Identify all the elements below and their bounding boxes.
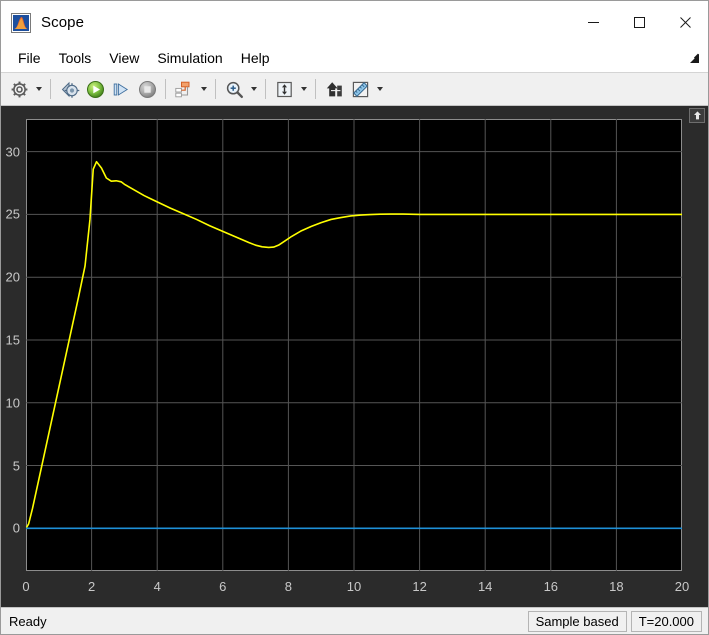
y-tick-label: 10 [5,395,20,411]
x-tick-label: 4 [153,579,161,594]
y-tick-label: 25 [5,206,20,222]
measurements-button[interactable] [347,76,373,102]
scroll-up-icon[interactable] [689,108,705,123]
signal-selection-dropdown-arrow[interactable] [197,76,210,102]
toolbar [1,73,708,106]
status-cells: Sample based T=20.000 [527,610,702,632]
configuration-properties-button[interactable] [6,76,32,102]
toolbar-group-autoscale [271,73,310,105]
status-message: Ready [9,613,47,629]
plot-graphics [26,119,682,571]
run-button[interactable] [82,76,108,102]
x-tick-label: 2 [87,579,96,594]
toolbar-group-simulation [56,73,160,105]
y-tick-label: 20 [5,269,20,285]
chevron-down-icon [376,87,383,91]
simulink-scope-icon [11,12,31,33]
status-bar: Ready Sample based T=20.000 [1,607,708,634]
chevron-down-icon [300,87,307,91]
minimize-button[interactable] [570,1,616,44]
x-tick-label: 18 [609,579,624,594]
window-controls [570,1,708,44]
toolbar-group-signal-selection [171,73,210,105]
menu-item-help[interactable]: Help [232,47,279,69]
maximize-button[interactable] [616,1,662,44]
x-tick-label: 12 [412,579,427,594]
chevron-down-icon [250,87,257,91]
toolbar-group-measurements [321,73,386,105]
stop-button [134,76,160,102]
chevron-down-icon [35,87,42,91]
toolbar-separator [315,79,316,99]
y-tick-label: 30 [5,144,20,160]
toolbar-separator [50,79,51,99]
window-title: Scope [41,14,85,31]
scope-window: Scope File Tools View Simulation Help 0 … [0,0,709,635]
step-forward-button[interactable] [108,76,134,102]
zoom-dropdown-arrow[interactable] [247,76,260,102]
y-tick-label: 5 [12,458,20,474]
status-badge-frame-mode: Sample based [527,610,627,632]
menu-item-tools[interactable]: Tools [50,47,101,69]
chevron-down-icon [200,87,207,91]
scope-plot-area[interactable]: 0 5 10 15 20 25 30 0 2 4 6 8 10 12 14 16 18 20 [1,106,708,607]
menu-bar: File Tools View Simulation Help [1,44,708,73]
x-tick-label: 10 [346,579,362,594]
title-bar: Scope [1,1,708,44]
y-tick-label: 0 [12,520,20,536]
gridlines [26,119,682,571]
plot-canvas[interactable]: 0 5 10 15 20 25 30 0 2 4 6 8 10 12 14 16 18 20 [6,119,689,594]
measurements-dropdown-arrow[interactable] [373,76,386,102]
menu-item-simulation[interactable]: Simulation [148,47,231,69]
toolbar-group-configuration [6,73,45,105]
signal-selection-button[interactable] [171,76,197,102]
configuration-dropdown-arrow[interactable] [32,76,45,102]
x-tick-label: 20 [674,579,690,594]
autoscale-button[interactable] [271,76,297,102]
undock-arrow-icon[interactable] [685,50,701,66]
toolbar-separator [165,79,166,99]
cursor-measurements-button[interactable] [321,76,347,102]
menu-item-view[interactable]: View [100,47,148,69]
zoom-in-button[interactable] [221,76,247,102]
close-button[interactable] [662,1,708,44]
toolbar-separator [265,79,266,99]
y-tick-label: 15 [5,332,20,348]
toolbar-group-zoom [221,73,260,105]
x-tick-label: 14 [477,579,493,594]
status-badge-simulation-time: T=20.000 [630,610,702,632]
x-tick-label: 8 [284,579,293,594]
x-tick-label: 6 [219,579,227,594]
toolbar-separator [215,79,216,99]
autoscale-dropdown-arrow[interactable] [297,76,310,102]
x-tick-label: 0 [22,579,30,594]
x-tick-label: 16 [543,579,559,594]
menu-item-file[interactable]: File [9,47,50,69]
run-back-to-start-button[interactable] [56,76,82,102]
